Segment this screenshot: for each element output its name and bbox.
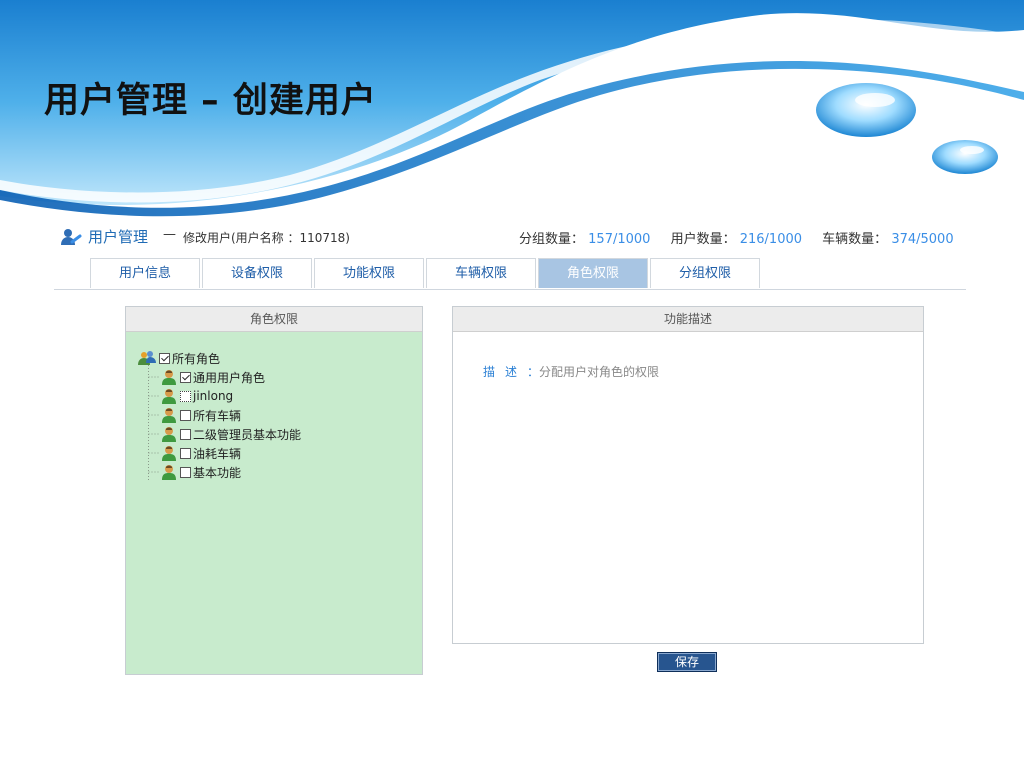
description-line: 描述：分配用户对角色的权限 — [483, 363, 659, 380]
count-summary: 分组数量： 157/1000 用户数量： 216/1000 车辆数量： 374/… — [519, 228, 954, 247]
user-icon — [162, 389, 176, 404]
user-count-label: 用户数量： — [670, 232, 736, 247]
label-all-vehicles: 所有车辆 — [193, 408, 242, 423]
tree-node-basic-functions: 基本功能 — [160, 463, 241, 481]
vehicle-count-label: 车辆数量： — [822, 232, 888, 247]
checkbox-general-user-role[interactable] — [180, 371, 191, 383]
label-fuel-vehicles: 油耗车辆 — [193, 446, 242, 461]
role-permission-panel: 角色权限 所有角色 通用用户角色 jinlong 所有车辆 二级管理员基本功能 … — [125, 306, 423, 675]
user-icon — [162, 446, 176, 461]
label-level2-admin: 二级管理员基本功能 — [193, 427, 302, 442]
group-count-label: 分组数量： — [519, 232, 585, 247]
tree-node-fuel-vehicles: 油耗车辆 — [160, 444, 241, 462]
tab-device-permission[interactable]: 设备权限 — [202, 258, 312, 288]
user-icon — [162, 465, 176, 480]
water-drop-small-icon — [932, 140, 998, 174]
tab-user-info[interactable]: 用户信息 — [90, 258, 200, 288]
save-button[interactable]: 保存 — [657, 652, 717, 672]
water-wave-graphic — [0, 0, 1024, 250]
vehicle-count-value: 374/5000 — [891, 232, 954, 247]
tab-vehicle-permission[interactable]: 车辆权限 — [426, 258, 536, 288]
label-all-roles: 所有角色 — [172, 351, 221, 366]
user-icon — [162, 370, 176, 385]
module-title[interactable]: 用户管理 — [88, 226, 148, 247]
checkbox-fuel-vehicles[interactable] — [180, 447, 191, 459]
label-jinlong: jinlong — [193, 389, 234, 403]
tab-function-permission[interactable]: 功能权限 — [314, 258, 424, 288]
water-banner: 用户管理 – 创建用户 — [0, 0, 1024, 250]
tab-bar: 用户信息 设备权限 功能权限 车辆权限 角色权限 分组权限 — [54, 258, 966, 290]
edit-user-label: 修改用户(用户名称 ：110718) — [183, 231, 350, 245]
label-general-user-role: 通用用户角色 — [193, 370, 266, 385]
checkbox-all-vehicles[interactable] — [180, 409, 191, 421]
user-manage-icon — [61, 229, 82, 245]
tab-role-permission[interactable]: 角色权限 — [538, 258, 648, 288]
water-drop-icon — [816, 83, 916, 137]
role-panel-title: 角色权限 — [126, 307, 422, 332]
checkbox-basic-functions[interactable] — [180, 466, 191, 478]
users-group-icon — [138, 351, 156, 365]
checkbox-level2-admin[interactable] — [180, 428, 191, 440]
description-label: 描述 — [483, 365, 528, 379]
group-count-value: 157/1000 — [588, 232, 651, 247]
checkbox-all-roles[interactable] — [159, 352, 170, 364]
user-icon — [162, 408, 176, 423]
description-text: 分配用户对角色的权限 — [539, 365, 660, 379]
function-description-panel: 功能描述 描述：分配用户对角色的权限 — [452, 306, 924, 644]
page-header: 用户管理 — 修改用户(用户名称 ：110718) 分组数量： 157/1000… — [60, 226, 970, 248]
user-count-value: 216/1000 — [739, 232, 803, 247]
label-basic-functions: 基本功能 — [193, 465, 242, 480]
tree-node-level2-admin: 二级管理员基本功能 — [160, 425, 301, 443]
tree-node-general-user-role: 通用用户角色 — [160, 368, 265, 386]
tree-node-all-vehicles: 所有车辆 — [160, 406, 241, 424]
header-dash: — — [163, 227, 176, 242]
checkbox-jinlong[interactable] — [180, 390, 191, 402]
description-colon: ： — [527, 365, 540, 379]
tab-group-permission[interactable]: 分组权限 — [650, 258, 760, 288]
tree-node-jinlong: jinlong — [160, 387, 233, 405]
user-icon — [162, 427, 176, 442]
tree-node-all-roles: 所有角色 — [138, 349, 220, 367]
desc-panel-title: 功能描述 — [453, 307, 923, 332]
slide-title: 用户管理 – 创建用户 — [44, 81, 377, 121]
